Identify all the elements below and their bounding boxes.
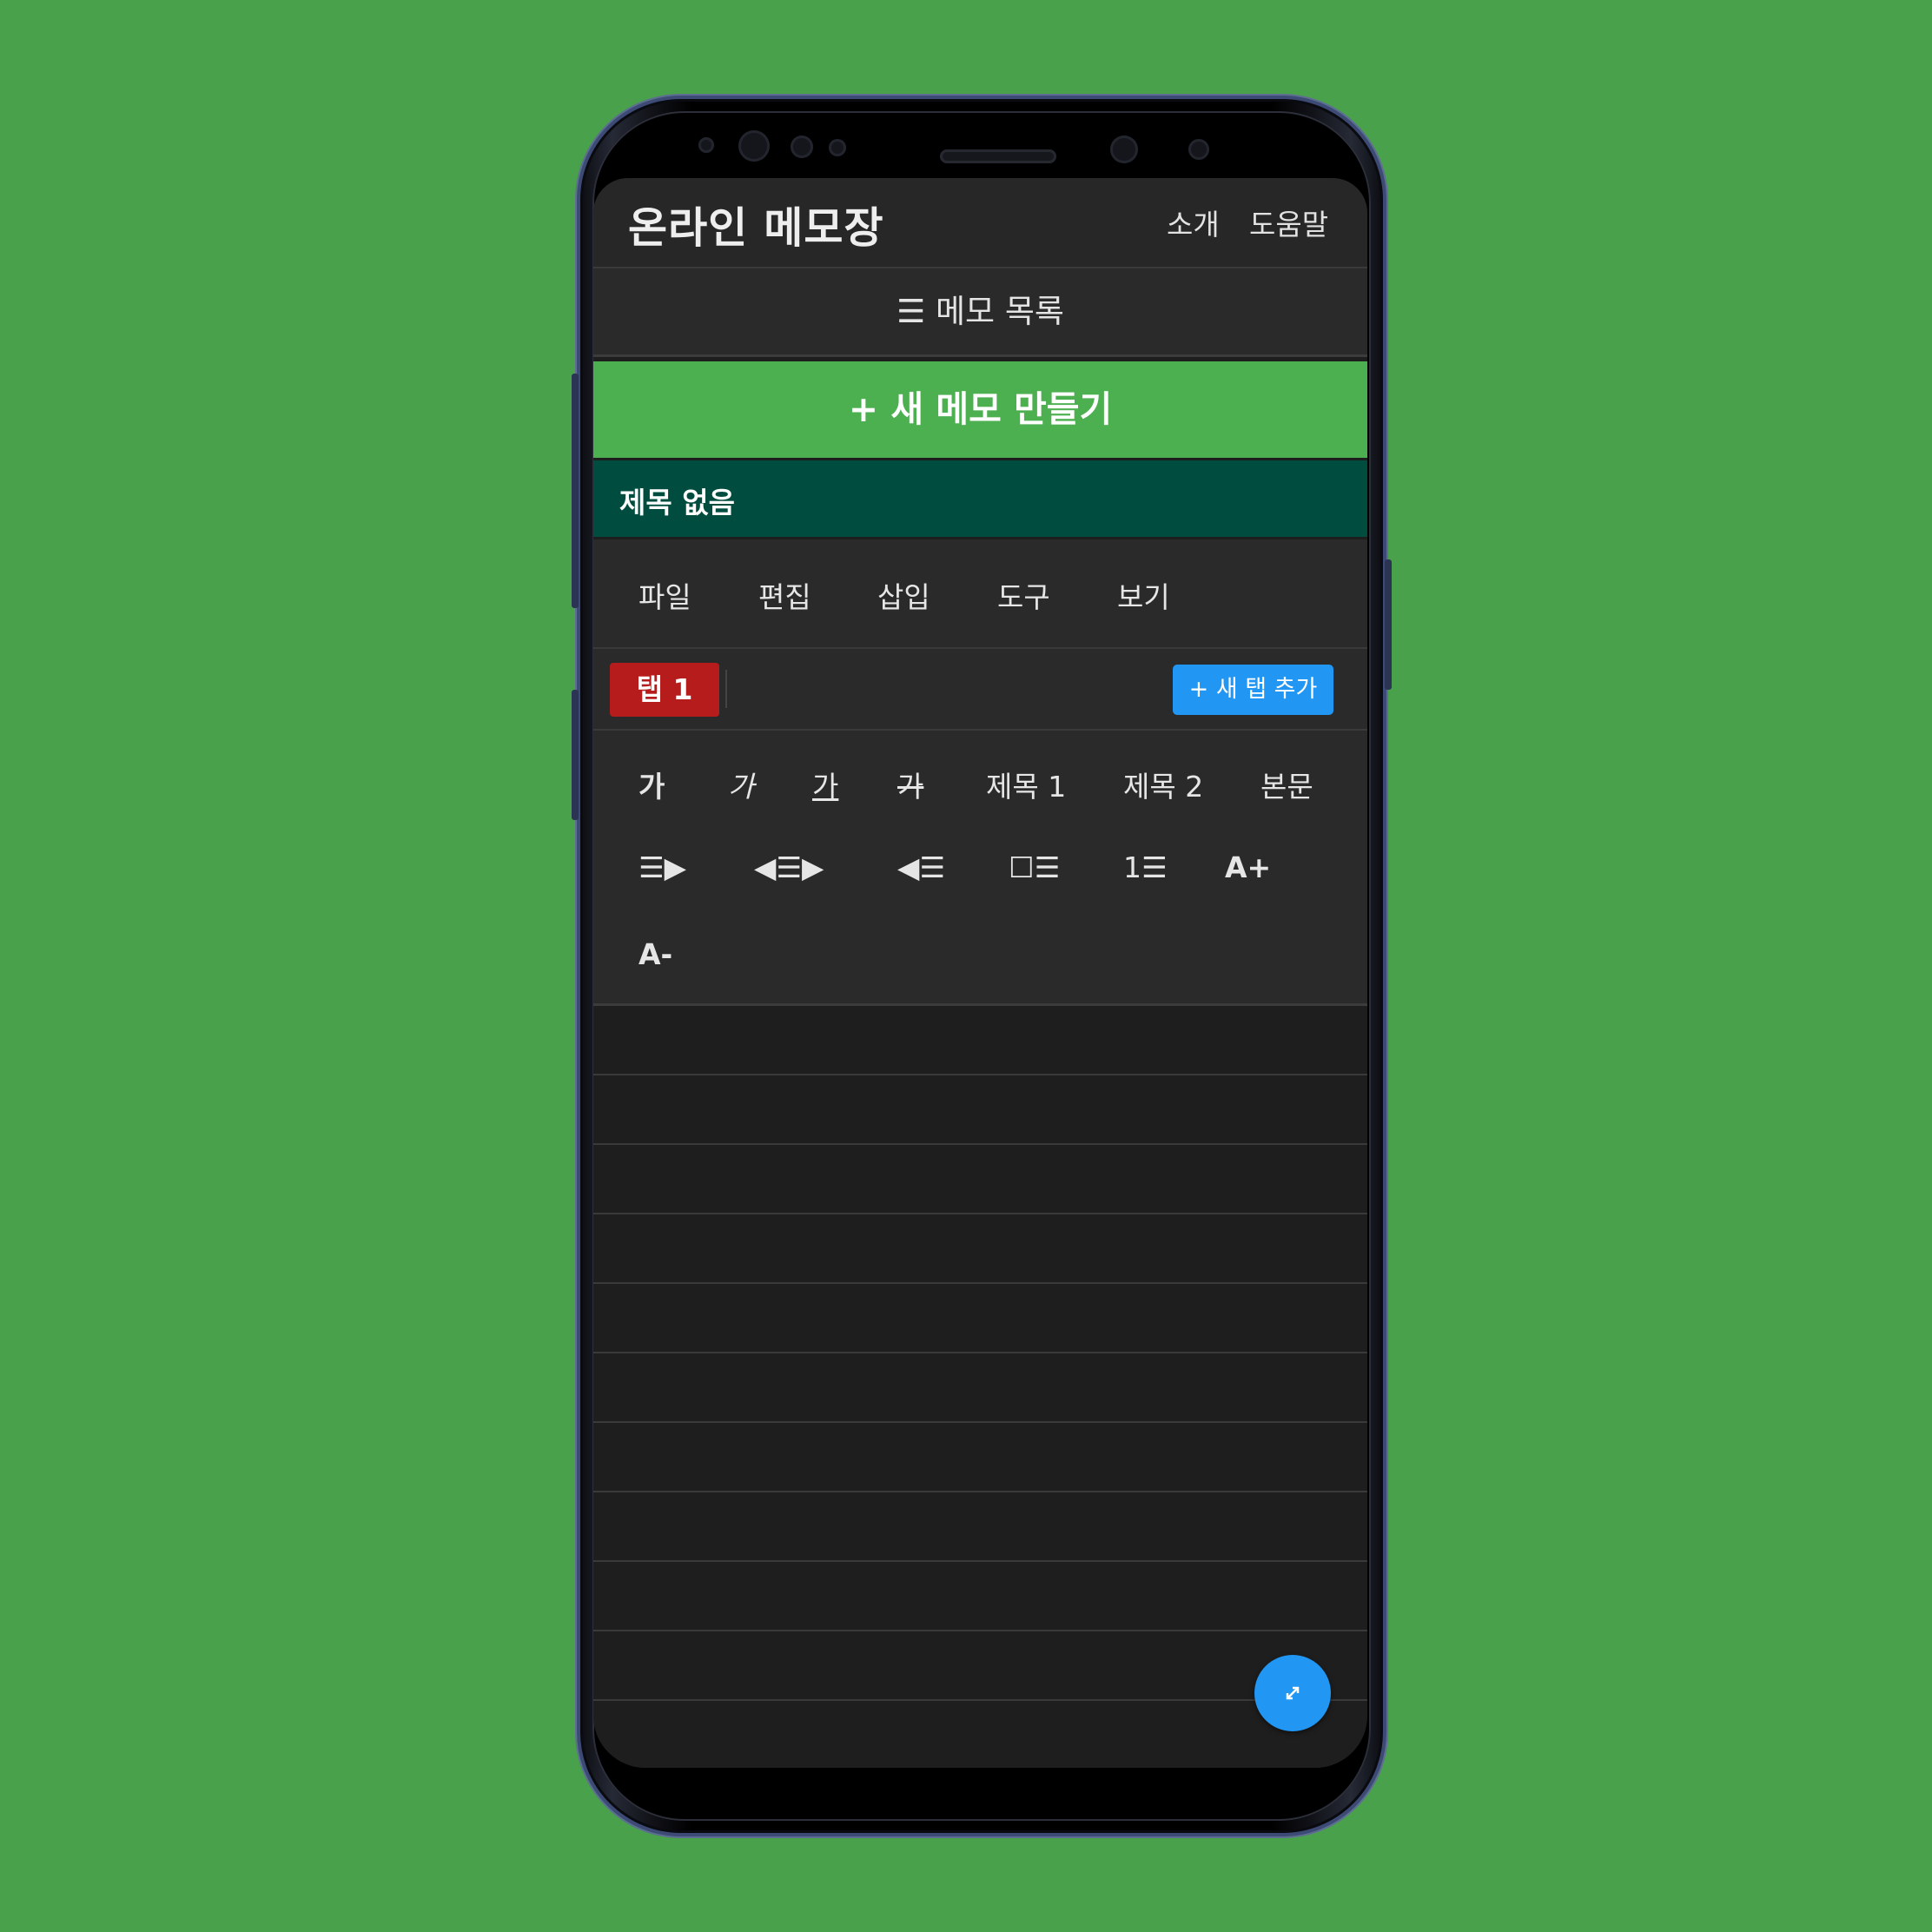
bold-button[interactable]: 가 [638,764,665,805]
underline-button[interactable]: 가 [812,764,838,805]
add-tab-button[interactable]: + 새 탭 추가 [1173,665,1333,715]
app-header: 온라인 메모장 소개 도움말 [593,178,1367,268]
outdent-button[interactable]: ◀☰ [897,850,945,884]
menu-view[interactable]: 보기 [1117,574,1170,616]
heading1-button[interactable]: 제목 1 [986,764,1066,805]
help-link[interactable]: 도움말 [1249,202,1328,243]
checklist-button[interactable]: ☐☰ [1009,850,1060,884]
font-increase-button[interactable]: A+ [1225,850,1271,884]
body-text-button[interactable]: 본문 [1260,764,1313,805]
menu-insert[interactable]: 삽입 [877,574,930,616]
sensor-dot [698,137,714,153]
numbered-list-button[interactable]: 1☰ [1123,850,1168,884]
new-memo-button[interactable]: + 새 메모 만들기 [593,361,1367,458]
fullscreen-button[interactable] [1254,1655,1331,1731]
menu-file[interactable]: 파일 [638,574,691,616]
volume-button [572,374,579,608]
editor-area[interactable] [593,1006,1367,1768]
tab-1[interactable]: 탭 1 [610,663,719,717]
menu-edit[interactable]: 편집 [758,574,811,616]
tab-bar: 탭 1 + 새 탭 추가 [593,649,1367,731]
memo-list-toggle[interactable]: ☰ 메모 목록 [593,268,1367,357]
about-link[interactable]: 소개 [1167,202,1220,243]
menu-tools[interactable]: 도구 [997,574,1050,616]
app-title: 온라인 메모장 [628,203,884,253]
earpiece-speaker [940,149,1056,163]
center-align-button[interactable]: ◀☰▶ [754,850,824,884]
light-sensor [829,139,846,156]
indent-button[interactable]: ☰▶ [638,850,686,884]
format-toolbar: 가 가 가 가 제목 1 제목 2 본문 ☰▶ ◀☰▶ ◀☰ ☐☰ 1☰ A+ … [593,731,1367,1006]
power-button [1385,559,1392,690]
proximity-sensor [791,136,813,158]
font-decrease-button[interactable]: A- [638,937,672,971]
tab-divider [725,670,727,708]
strikethrough-button[interactable]: 가 [897,764,923,805]
expand-arrows-icon [1286,1686,1300,1700]
memo-item-title: 제목 없음 [619,486,735,519]
italic-button[interactable]: 가 [728,764,754,805]
background: 온라인 메모장 소개 도움말 ☰ 메모 목록 + 새 메모 만들기 제목 없음 … [0,0,1932,1932]
bixby-button [572,690,579,820]
app-screen: 온라인 메모장 소개 도움말 ☰ 메모 목록 + 새 메모 만들기 제목 없음 … [593,178,1367,1768]
memo-list-item[interactable]: 제목 없음 [593,460,1367,537]
iris-sensor [738,130,770,162]
iris-camera [1188,139,1209,160]
menu-bar: 파일 편집 삽입 도구 보기 [593,539,1367,649]
heading2-button[interactable]: 제목 2 [1123,764,1203,805]
front-camera [1110,136,1138,163]
